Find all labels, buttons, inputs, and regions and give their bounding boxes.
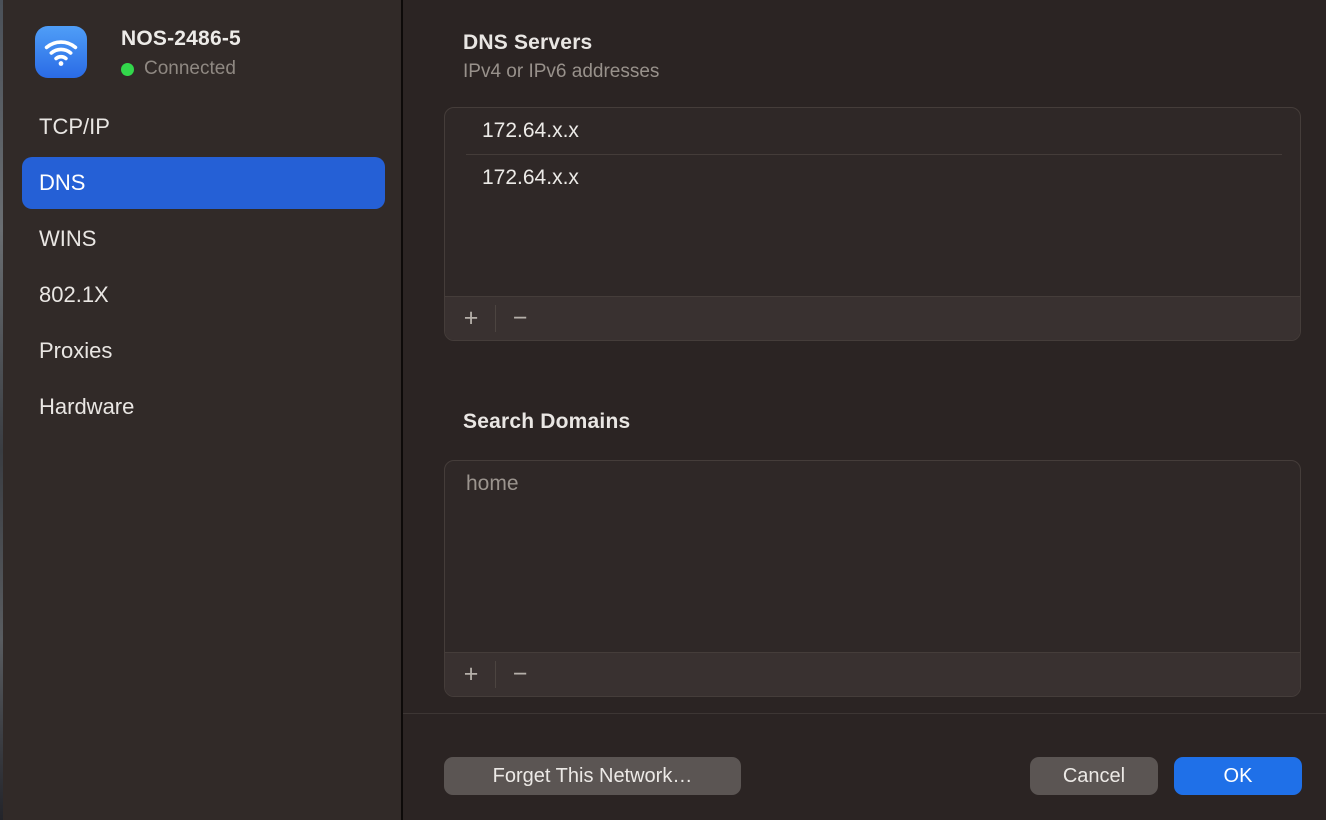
remove-dns-server-button[interactable]: − (507, 306, 533, 331)
toolbar-separator (495, 305, 496, 332)
network-name: NOS-2486-5 (121, 27, 241, 51)
sidebar-item-wins[interactable]: WINS (22, 213, 385, 265)
connection-status: Connected (144, 58, 236, 80)
sidebar-nav: TCP/IP DNS WINS 802.1X Proxies Hardware (3, 101, 401, 437)
dns-server-row[interactable]: 172.64.x.x (445, 108, 1300, 154)
cancel-button[interactable]: Cancel (1030, 757, 1158, 795)
main-panel: DNS Servers IPv4 or IPv6 addresses 172.6… (403, 0, 1326, 820)
search-domains-listbox: home + − (444, 460, 1301, 697)
add-dns-server-button[interactable]: + (458, 306, 484, 331)
sidebar-item-dns[interactable]: DNS (22, 157, 385, 209)
sidebar-item-hardware[interactable]: Hardware (22, 381, 385, 433)
network-header: NOS-2486-5 Connected (35, 26, 241, 80)
search-domains-toolbar: + − (445, 652, 1300, 696)
footer-divider (403, 713, 1326, 714)
sidebar-item-tcpip[interactable]: TCP/IP (22, 101, 385, 153)
ok-button[interactable]: OK (1174, 757, 1302, 795)
search-domains-title: Search Domains (463, 410, 630, 434)
sidebar-item-8021x[interactable]: 802.1X (22, 269, 385, 321)
toolbar-separator (495, 661, 496, 688)
remove-search-domain-button[interactable]: − (507, 662, 533, 687)
wifi-icon (35, 26, 87, 78)
dns-servers-title: DNS Servers (463, 31, 659, 55)
sidebar: NOS-2486-5 Connected TCP/IP DNS WINS 802… (3, 0, 401, 820)
dns-servers-listbox: 172.64.x.x 172.64.x.x + − (444, 107, 1301, 341)
connected-status-dot (121, 63, 134, 76)
search-domain-row[interactable]: home (445, 461, 1300, 507)
add-search-domain-button[interactable]: + (458, 662, 484, 687)
dns-server-row[interactable]: 172.64.x.x (445, 155, 1300, 201)
forget-network-button[interactable]: Forget This Network… (444, 757, 741, 795)
dns-servers-toolbar: + − (445, 296, 1300, 340)
dns-servers-subtitle: IPv4 or IPv6 addresses (463, 61, 659, 83)
sidebar-item-proxies[interactable]: Proxies (22, 325, 385, 377)
